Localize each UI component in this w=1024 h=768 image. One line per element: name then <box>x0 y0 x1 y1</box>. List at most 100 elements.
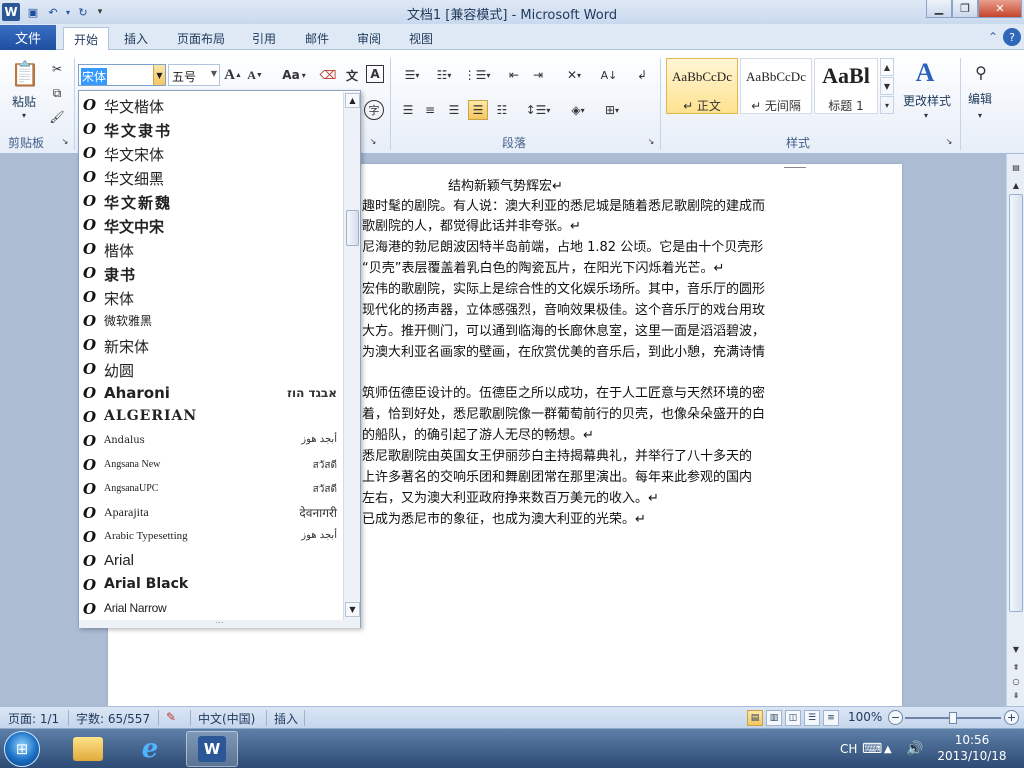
align-left-icon[interactable]: ☰ <box>398 100 418 120</box>
line-spacing-icon[interactable]: ↕☰ ▾ <box>524 100 552 120</box>
increase-indent-icon[interactable]: ⇥ <box>528 65 548 85</box>
font-item[interactable]: O Aharoni אבגד הוז <box>79 381 343 405</box>
styles-scroll-up-icon[interactable]: ▲ <box>880 58 894 76</box>
proofing-icon[interactable]: ✎ <box>166 710 176 724</box>
change-styles-dropdown-icon[interactable]: ▾ <box>920 110 932 120</box>
font-name-combobox[interactable]: 宋体 ▼ <box>78 64 166 86</box>
zoom-out-button[interactable]: − <box>888 710 903 725</box>
tab-references[interactable]: 引用 <box>243 27 285 50</box>
customize-toolbar-icon[interactable]: ▾ <box>93 3 107 21</box>
font-list-scroll-down-icon[interactable]: ▼ <box>345 602 360 617</box>
vertical-scrollbar[interactable]: ▤ ▲ ▼ ⇞ ○ ⇟ <box>1006 154 1024 706</box>
font-list-scrollbar-thumb[interactable] <box>346 210 359 246</box>
sort-icon[interactable]: A↓ <box>598 65 620 85</box>
ruler-toggle-icon[interactable]: ▤ <box>1009 160 1023 174</box>
resize-grip-icon[interactable]: ⋯ <box>79 619 360 628</box>
numbering-icon[interactable]: ☷ ▾ <box>430 65 458 85</box>
character-border-icon[interactable]: A <box>366 65 384 83</box>
save-icon[interactable]: ▣ <box>23 3 43 21</box>
multilevel-list-icon[interactable]: ⋮☰ ▾ <box>462 65 492 85</box>
cut-icon[interactable]: ✂ <box>48 60 66 78</box>
font-item[interactable]: O 华文宋体 <box>79 141 343 165</box>
shading-icon[interactable]: ◈ ▾ <box>564 100 592 120</box>
keyboard-icon[interactable]: ⌨ <box>862 729 882 768</box>
taskbar-explorer[interactable] <box>62 731 114 767</box>
change-styles-button[interactable]: 更改样式 <box>900 92 954 108</box>
borders-icon[interactable]: ⊞ ▾ <box>598 100 626 120</box>
maximize-button[interactable]: ❐ <box>952 0 978 18</box>
change-case-button[interactable]: Aa ▾ <box>278 65 310 85</box>
tab-mailings[interactable]: 邮件 <box>296 27 338 50</box>
styles-launcher-icon[interactable]: ↘ <box>944 136 954 146</box>
paste-dropdown-icon[interactable]: ▾ <box>18 110 30 120</box>
font-size-combobox[interactable]: 五号 ▼ <box>168 64 220 86</box>
font-item[interactable]: O 华文中宋 <box>79 213 343 237</box>
tab-view[interactable]: 视图 <box>400 27 442 50</box>
font-item[interactable]: O 隶书 <box>79 261 343 285</box>
font-dropdown-list[interactable]: O 华文楷体 O 华文隶书 O 华文宋体 O 华文细黑 O 华文新魏 O 华文中宋 O 楷体 … <box>78 90 361 628</box>
language-status[interactable]: 中文(中国) <box>198 710 255 727</box>
font-list-scroll-up-icon[interactable]: ▲ <box>345 93 360 108</box>
style-normal[interactable]: AaBbCcDc ↵ 正文 <box>666 58 738 114</box>
bullets-icon[interactable]: ☰ ▾ <box>398 65 426 85</box>
tab-home[interactable]: 开始 <box>63 27 109 50</box>
help-icon[interactable]: ? <box>1003 28 1021 46</box>
minimize-button[interactable]: ▁ <box>926 0 952 18</box>
show-marks-icon[interactable]: ↲ <box>632 65 652 85</box>
font-item[interactable]: O 宋体 <box>79 285 343 309</box>
clipboard-launcher-icon[interactable]: ↘ <box>60 136 70 146</box>
zoom-level[interactable]: 100% <box>848 710 882 724</box>
styles-more-icon[interactable]: ▾ <box>880 96 894 114</box>
print-layout-view-icon[interactable]: ▤ <box>747 710 763 726</box>
full-screen-reading-view-icon[interactable]: ▥ <box>766 710 782 726</box>
font-item[interactable]: O 华文细黑 <box>79 165 343 189</box>
page-count-status[interactable]: 页面: 1/1 <box>8 710 59 727</box>
font-list-scrollbar[interactable]: ▲ ▼ <box>343 92 360 620</box>
font-item[interactable]: O 新宋体 <box>79 333 343 357</box>
paragraph-launcher-icon[interactable]: ↘ <box>646 136 656 146</box>
zoom-slider-thumb[interactable] <box>949 712 957 724</box>
word-app-icon[interactable]: W <box>2 3 20 21</box>
undo-dropdown-icon[interactable]: ▾ <box>63 3 73 21</box>
browse-object-icon[interactable]: ○ <box>1009 674 1023 688</box>
start-button[interactable]: ⊞ <box>4 731 40 767</box>
style-no-spacing[interactable]: AaBbCcDc ↵ 无间隔 <box>740 58 812 114</box>
previous-page-icon[interactable]: ⇞ <box>1009 660 1023 674</box>
align-right-icon[interactable]: ☰ <box>444 100 464 120</box>
font-item[interactable]: O 幼圆 <box>79 357 343 381</box>
font-item[interactable]: O Arabic Typesetting أبجد هوز <box>79 525 343 549</box>
scrollbar-thumb[interactable] <box>1009 194 1023 612</box>
redo-icon[interactable]: ↻ <box>73 3 93 21</box>
tab-file[interactable]: 文件 <box>0 25 56 50</box>
insert-mode-status[interactable]: 插入 <box>274 710 298 727</box>
taskbar-word[interactable]: W <box>186 731 238 767</box>
show-hidden-icons-icon[interactable]: ▲ <box>884 729 892 768</box>
scroll-down-icon[interactable]: ▼ <box>1009 642 1023 656</box>
find-binoculars-icon[interactable]: ⚲ <box>968 60 994 84</box>
undo-icon[interactable]: ↶ <box>43 3 63 21</box>
font-item[interactable]: O 华文隶书 <box>79 117 343 141</box>
font-item[interactable]: O 楷体 <box>79 237 343 261</box>
enclose-characters-icon[interactable]: 字 <box>364 100 384 120</box>
editing-dropdown-icon[interactable]: ▾ <box>974 110 986 120</box>
system-clock[interactable]: 10:56 2013/10/18 <box>930 732 1014 764</box>
font-item[interactable]: O 华文新魏 <box>79 189 343 213</box>
font-item[interactable]: O Aparajita देवनागरी <box>79 501 343 525</box>
font-item[interactable]: O Arial Black <box>79 573 343 597</box>
font-item[interactable]: O Arial Narrow <box>79 597 343 621</box>
font-item[interactable]: O Arial <box>79 549 343 573</box>
font-item[interactable]: O 微软雅黑 <box>79 309 343 333</box>
chinese-layout-icon[interactable]: ✕ ▾ <box>560 65 588 85</box>
font-item[interactable]: O AngsanaUPC สวัสดี <box>79 477 343 501</box>
font-size-dropdown-icon[interactable]: ▼ <box>211 69 217 78</box>
tab-review[interactable]: 审阅 <box>348 27 390 50</box>
clear-formatting-icon[interactable]: ⌫ <box>318 65 338 85</box>
font-item[interactable]: O ALGERIAN <box>79 405 343 429</box>
font-launcher-icon[interactable]: ↘ <box>368 136 378 146</box>
ime-indicator[interactable]: CH <box>840 729 857 768</box>
distribute-icon[interactable]: ☷ <box>492 100 512 120</box>
outline-view-icon[interactable]: ☰ <box>804 710 820 726</box>
format-painter-icon[interactable]: 🖌 <box>48 108 66 126</box>
web-layout-view-icon[interactable]: ◫ <box>785 710 801 726</box>
close-button[interactable]: ✕ <box>978 0 1022 18</box>
